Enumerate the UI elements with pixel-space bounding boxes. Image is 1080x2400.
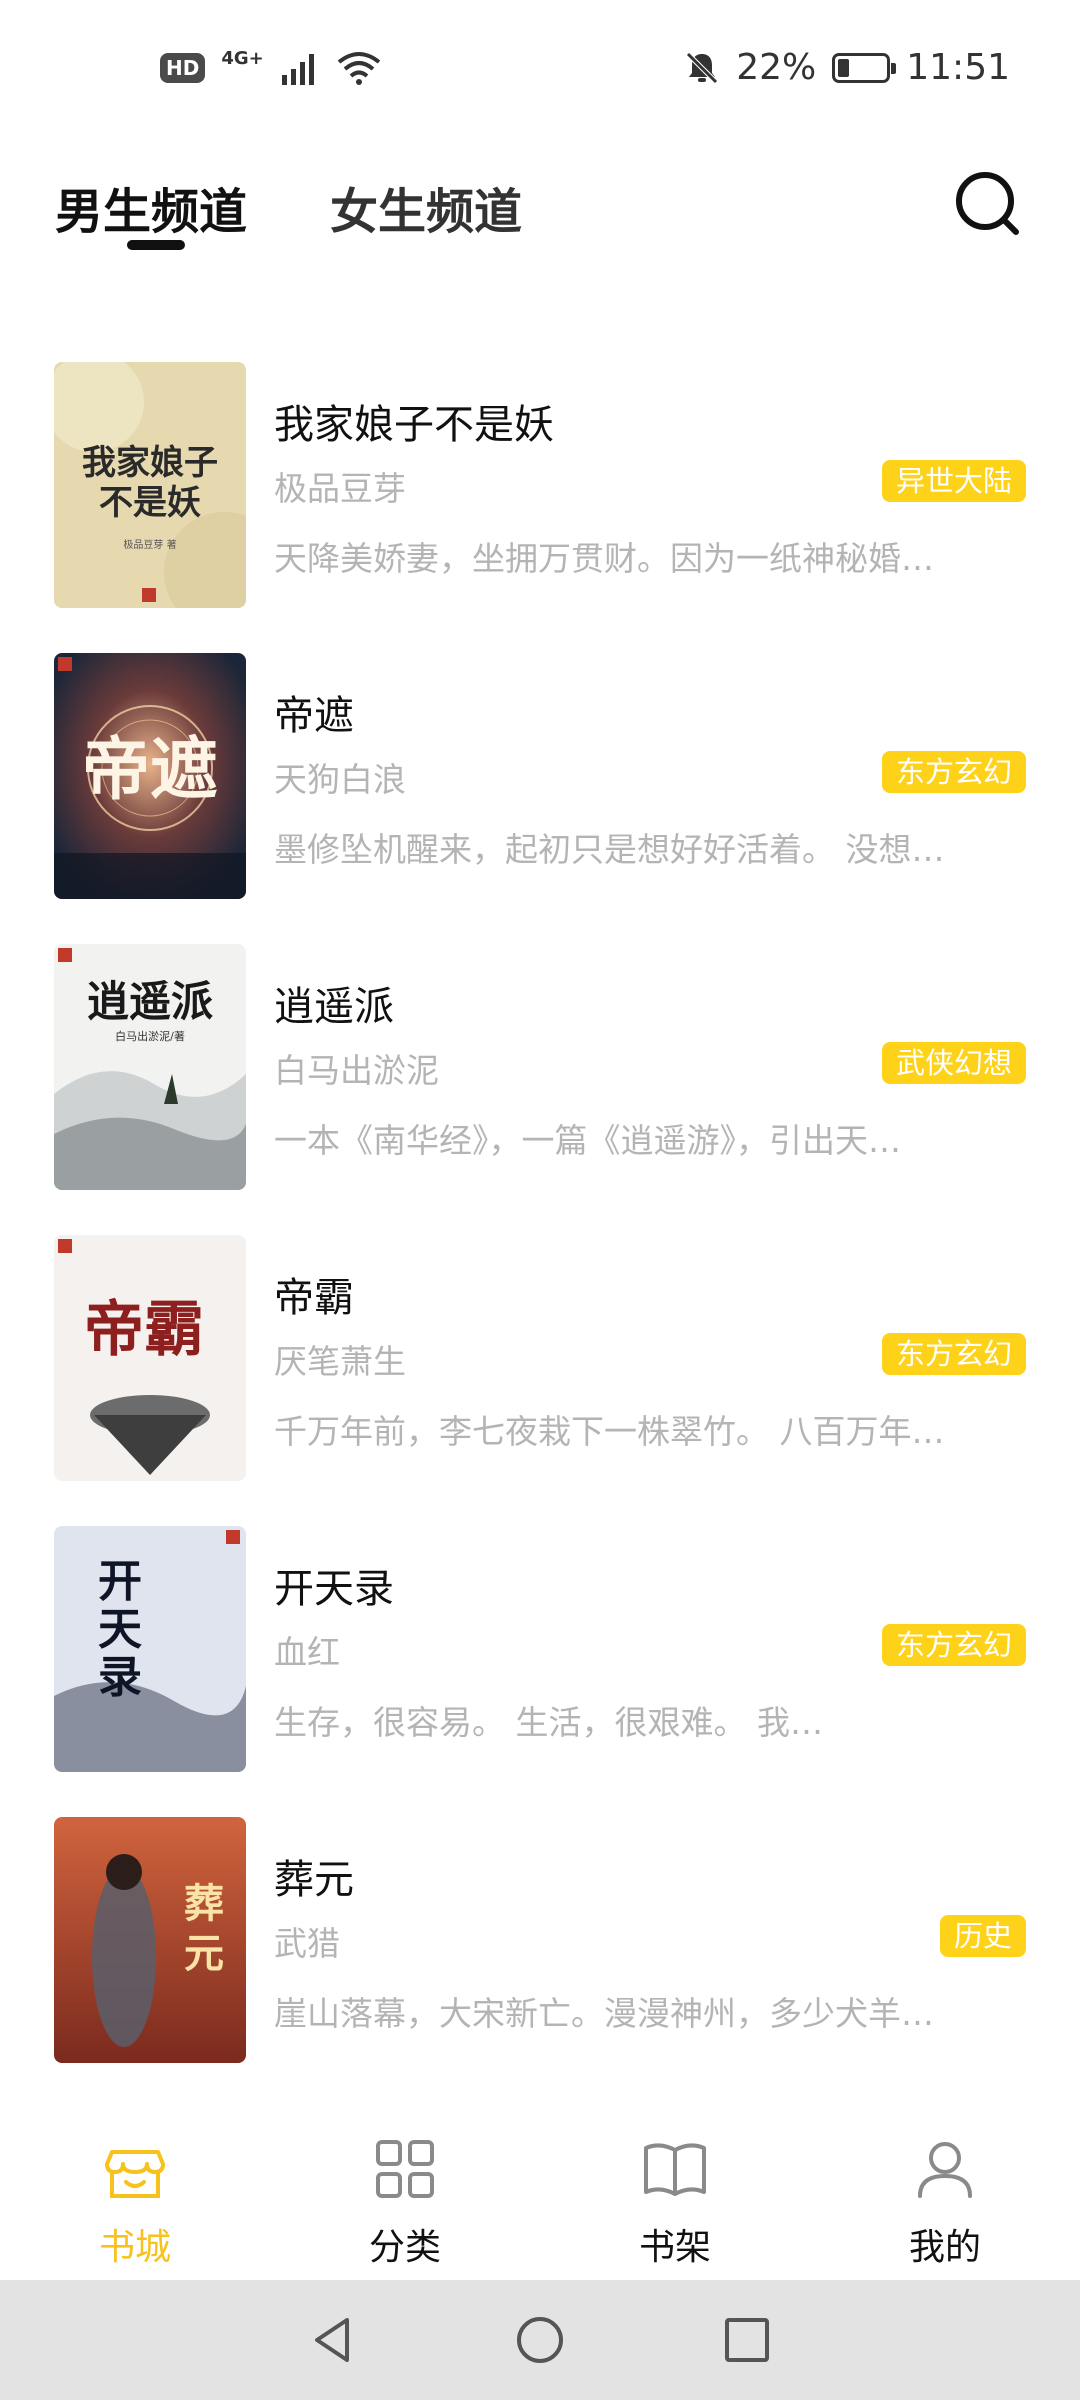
book-item[interactable]: 逍遥派 白马出淤泥/著 逍遥派 白马出淤泥 武侠幻想 一本《南华经》，一篇《逍遥…: [0, 944, 1080, 1235]
tab-male-channel[interactable]: 男生频道: [55, 172, 247, 242]
book-category-tag: 东方玄幻: [881, 1333, 1026, 1375]
book-title[interactable]: 帝霸: [274, 1265, 354, 1323]
nav-label: 书架: [638, 2227, 711, 2268]
book-category-tag: 武侠幻想: [881, 1042, 1026, 1084]
nav-label: 分类: [368, 2227, 441, 2268]
battery-icon: [832, 52, 897, 83]
book-item[interactable]: 葬 元 葬元 武猎 历史 崖山落幕，大宋新亡。漫漫神州，多少犬羊…: [0, 1817, 1080, 2108]
book-cover[interactable]: 我家娘子 不是妖 极品豆芽 著: [54, 362, 246, 608]
book-item[interactable]: 我家娘子 不是妖 极品豆芽 著 我家娘子不是妖 极品豆芽 异世大陆 天降美娇妻，…: [0, 362, 1080, 653]
cover-title-1: 葬: [184, 1880, 224, 1927]
book-author: 极品豆芽: [274, 469, 406, 508]
network-type: 4G+: [221, 48, 264, 69]
battery-fill: [838, 58, 850, 77]
signal-icon: [281, 53, 314, 85]
tab-female-channel[interactable]: 女生频道: [330, 172, 522, 242]
book-cover[interactable]: 逍遥派 白马出淤泥/著: [54, 944, 246, 1190]
system-nav-bar: [0, 2280, 1080, 2400]
cover-title: 帝霸: [84, 1295, 204, 1365]
user-icon: [918, 2142, 972, 2198]
bell-muted-icon: [686, 51, 719, 84]
nav-item-bookstore[interactable]: 书城: [0, 2100, 270, 2280]
nav-item-category[interactable]: 分类: [270, 2100, 540, 2280]
search-icon[interactable]: [952, 168, 1024, 240]
book-description: 墨修坠机醒来，起初只是想好好活着。 没想…: [274, 830, 945, 869]
book-item[interactable]: 帝霸 帝霸 厌笔萧生 东方玄幻 千万年前，李七夜栽下一株翠竹。 八百万年…: [0, 1235, 1080, 1526]
book-category-tag: 东方玄幻: [881, 1624, 1026, 1666]
clock: 11:51: [906, 47, 1010, 88]
channel-header: 男生频道 女生频道: [0, 160, 1080, 270]
cover-title-3: 录: [98, 1652, 142, 1703]
cover-author: 白马出淤泥/著: [115, 1029, 185, 1043]
book-cover[interactable]: 葬 元: [54, 1817, 246, 2063]
nav-label: 我的: [908, 2227, 981, 2268]
nav-label: 书城: [98, 2227, 171, 2268]
book-cover[interactable]: 帝霸: [54, 1235, 246, 1481]
nav-item-profile[interactable]: 我的: [810, 2100, 1080, 2280]
active-tab-indicator: [127, 240, 185, 250]
book-description: 崖山落幕，大宋新亡。漫漫神州，多少犬羊…: [274, 1994, 934, 2033]
cover-title-1: 开: [98, 1556, 142, 1607]
book-list: 我家娘子 不是妖 极品豆芽 著 我家娘子不是妖 极品豆芽 异世大陆 天降美娇妻，…: [0, 362, 1080, 2108]
book-title[interactable]: 我家娘子不是妖: [274, 392, 554, 450]
book-cover[interactable]: 帝遮: [54, 653, 246, 899]
book-item[interactable]: 开 天 录 开天录 血红 东方玄幻 生存，很容易。 生活，很艰难。 我…: [0, 1526, 1080, 1817]
status-left: HD 4G+: [160, 48, 382, 86]
home-circle-icon[interactable]: [512, 2312, 568, 2368]
book-category-tag: 异世大陆: [881, 460, 1026, 502]
grid-icon: [376, 2140, 434, 2198]
book-author: 厌笔萧生: [274, 1342, 406, 1381]
cover-title: 逍遥派: [87, 977, 213, 1026]
cover-title-2: 元: [184, 1930, 224, 1977]
book-description: 天降美娇妻，坐拥万贯财。因为一纸神秘婚…: [274, 539, 934, 578]
cover-title: 帝遮: [82, 730, 218, 810]
book-title[interactable]: 开天录: [274, 1556, 394, 1614]
cover-title-line1: 我家娘子: [82, 443, 218, 483]
screen: HD 4G+ 22% 11:51 男生频道 女生频道 我家娘子 不是妖 极品豆芽…: [0, 0, 1080, 2400]
cover-author: 极品豆芽 著: [123, 538, 176, 551]
book-open-icon: [644, 2143, 706, 2196]
book-category-tag: 东方玄幻: [881, 751, 1026, 793]
book-description: 一本《南华经》，一篇《逍遥游》，引出天…: [274, 1121, 901, 1160]
book-author: 白马出淤泥: [274, 1051, 439, 1090]
hd-badge: HD: [160, 52, 206, 83]
back-triangle-icon[interactable]: [305, 2312, 361, 2368]
battery-percent: 22%: [736, 47, 817, 88]
book-author: 天狗白浪: [274, 760, 406, 799]
book-title[interactable]: 帝遮: [274, 683, 354, 741]
book-title[interactable]: 逍遥派: [274, 974, 394, 1032]
status-bar: HD 4G+ 22% 11:51: [0, 0, 1080, 135]
cover-title-2: 天: [98, 1604, 142, 1655]
book-description: 千万年前，李七夜栽下一株翠竹。 八百万年…: [274, 1412, 945, 1451]
cover-title-line2: 不是妖: [99, 483, 201, 523]
book-author: 武猎: [274, 1924, 340, 1963]
book-description: 生存，很容易。 生活，很艰难。 我…: [274, 1703, 823, 1742]
bottom-nav: 书城 分类 书架 我的: [0, 2100, 1080, 2280]
nav-item-bookshelf[interactable]: 书架: [540, 2100, 810, 2280]
book-author: 血红: [274, 1633, 340, 1672]
wifi-icon: [337, 51, 380, 85]
book-item[interactable]: 帝遮 帝遮 天狗白浪 东方玄幻 墨修坠机醒来，起初只是想好好活着。 没想…: [0, 653, 1080, 944]
store-icon: [105, 2150, 165, 2198]
recents-square-icon[interactable]: [719, 2312, 775, 2368]
book-category-tag: 历史: [939, 1915, 1026, 1957]
book-cover[interactable]: 开 天 录: [54, 1526, 246, 1772]
status-right: 22% 11:51: [684, 47, 1010, 88]
book-title[interactable]: 葬元: [274, 1847, 354, 1905]
